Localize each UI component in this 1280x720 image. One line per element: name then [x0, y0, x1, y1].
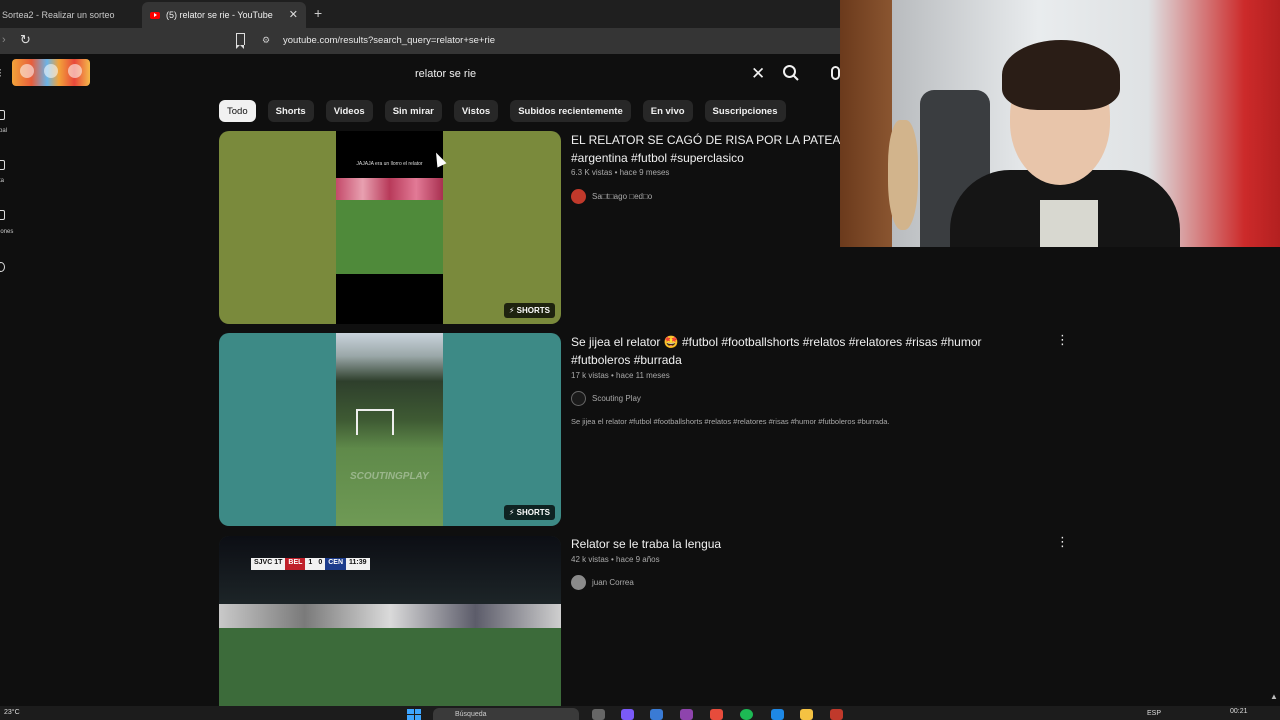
shorts-badge: ⚡ SHORTS [503, 303, 555, 318]
short-frame: SCOUTINGPLAY [336, 333, 443, 526]
thumbnail-caption: JAJAJA era un llorro el relator [356, 161, 423, 167]
forward-icon[interactable]: › [2, 34, 6, 46]
thumbnail-sky [219, 536, 561, 606]
video-thumbnail[interactable]: SCOUTINGPLAY ⚡ SHORTS [219, 333, 561, 526]
video-description: Se jijea el relator #futbol #footballsho… [571, 417, 890, 426]
app-icon[interactable] [680, 709, 693, 720]
video-meta: 17 k vistas • hace 11 meses [571, 371, 670, 380]
url-field[interactable]: youtube.com/results?search_query=relator… [283, 35, 495, 46]
channel-name[interactable]: Sa□t□ago □ed□o [592, 192, 652, 201]
new-tab-icon[interactable]: + [314, 5, 322, 21]
thumbnail-goal [356, 409, 394, 435]
video-title[interactable]: Relator se le traba la lengua [571, 535, 721, 553]
youtube-doodle-logo[interactable] [12, 59, 90, 86]
video-thumbnail[interactable]: JAJAJA era un llorro el relator ⚡ SHORTS [219, 131, 561, 324]
tab-label: (5) relator se rie - YouTube [166, 10, 273, 20]
channel-name[interactable]: Scouting Play [592, 394, 641, 403]
tab-youtube[interactable]: (5) relator se rie - YouTube ✕ [142, 2, 306, 28]
microphone-icon[interactable] [831, 66, 840, 80]
channel-link[interactable]: Sa□t□ago □ed□o [571, 189, 652, 204]
windows-start-icon[interactable] [407, 709, 421, 720]
chip-vistos[interactable]: Vistos [453, 100, 499, 122]
site-info-icon[interactable]: ⚙ [262, 35, 270, 46]
app-icon[interactable] [830, 709, 843, 720]
menu-icon[interactable]: ⁝ [0, 66, 2, 80]
video-meta: 42 k vistas • hace 9 años [571, 555, 660, 564]
home-icon[interactable] [0, 110, 5, 120]
tab-label: Sortea2 - Realizar un sorteo [2, 10, 115, 20]
app-icon[interactable] [650, 709, 663, 720]
webcam-hair [1002, 40, 1120, 110]
webcam-streamer [950, 40, 1180, 247]
video-title[interactable]: Se jijea el relator 🤩 #futbol #footballs… [571, 333, 981, 369]
app-icon[interactable] [771, 709, 784, 720]
score-overlay: SJVC 1T BEL 1 0 CEN 11:39 [251, 558, 370, 570]
webcam-shirt-print [1040, 200, 1098, 247]
filter-chips: Todo Shorts Videos Sin mirar Vistos Subi… [219, 100, 786, 122]
short-frame: JAJAJA era un llorro el relator [336, 131, 443, 324]
clock[interactable]: 00:21 [1230, 708, 1248, 715]
more-actions-icon[interactable]: ⋮ [1056, 534, 1069, 550]
reload-icon[interactable]: ↻ [20, 32, 31, 48]
chip-shorts[interactable]: Shorts [267, 100, 314, 122]
sidebar-item-label: ta [0, 178, 5, 184]
channel-name[interactable]: juan Correa [592, 578, 634, 587]
avatar[interactable] [571, 189, 586, 204]
search-icon[interactable] [782, 64, 800, 82]
thumbnail-pitch [336, 200, 443, 274]
shorts-icon[interactable] [0, 160, 5, 170]
search-input[interactable]: relator se rie [415, 68, 476, 80]
bookmark-icon[interactable] [236, 33, 245, 49]
more-actions-icon[interactable]: ⋮ [1056, 332, 1069, 348]
thumbnail-pitch [219, 628, 561, 706]
thumbnail-watermark: SCOUTINGPLAY [350, 471, 429, 482]
you-icon[interactable] [0, 262, 5, 272]
chip-videos[interactable]: Videos [325, 100, 373, 122]
chip-todo[interactable]: Todo [219, 100, 256, 122]
sidebar-item-label: pal [0, 128, 8, 134]
tab-sortea2[interactable]: Sortea2 - Realizar un sorteo [0, 2, 136, 28]
file-explorer-icon[interactable] [800, 709, 813, 720]
youtube-favicon-icon [150, 11, 160, 19]
spotify-icon[interactable] [740, 709, 753, 720]
webcam-door [840, 0, 892, 247]
clear-search-icon[interactable]: ✕ [751, 64, 765, 84]
chip-sin-mirar[interactable]: Sin mirar [384, 100, 442, 122]
taskbar-search[interactable]: Búsqueda [433, 708, 579, 720]
discord-icon[interactable] [621, 709, 634, 720]
chip-subidos-recientemente[interactable]: Subidos recientemente [510, 100, 631, 122]
windows-taskbar: 23°C Búsqueda ESP 00:21 [0, 706, 1280, 720]
avatar[interactable] [571, 575, 586, 590]
shorts-badge: ⚡ SHORTS [503, 505, 555, 520]
avatar[interactable] [571, 391, 586, 406]
subscriptions-icon[interactable] [0, 210, 5, 220]
channel-link[interactable]: juan Correa [571, 575, 634, 590]
close-tab-icon[interactable]: ✕ [289, 8, 298, 21]
language-indicator[interactable]: ESP [1147, 710, 1161, 717]
chip-suscripciones[interactable]: Suscripciones [704, 100, 786, 122]
channel-link[interactable]: Scouting Play [571, 391, 641, 406]
video-meta: 6.3 K vistas • hace 9 meses [571, 168, 670, 177]
brave-icon[interactable] [710, 709, 723, 720]
scroll-down-icon[interactable]: ▲ [1270, 692, 1278, 701]
thumbnail-crowd [336, 178, 443, 200]
webcam-guitar [888, 120, 918, 230]
weather-widget[interactable]: 23°C [4, 709, 20, 716]
video-thumbnail[interactable]: SJVC 1T BEL 1 0 CEN 11:39 [219, 536, 561, 706]
webcam-overlay [840, 0, 1280, 247]
sidebar-item-label: iones [0, 229, 14, 235]
video-title[interactable]: EL RELATOR SE CAGÓ DE RISA POR LA PATEAD… [571, 131, 857, 167]
task-view-icon[interactable] [592, 709, 605, 720]
chip-en-vivo[interactable]: En vivo [642, 100, 693, 122]
